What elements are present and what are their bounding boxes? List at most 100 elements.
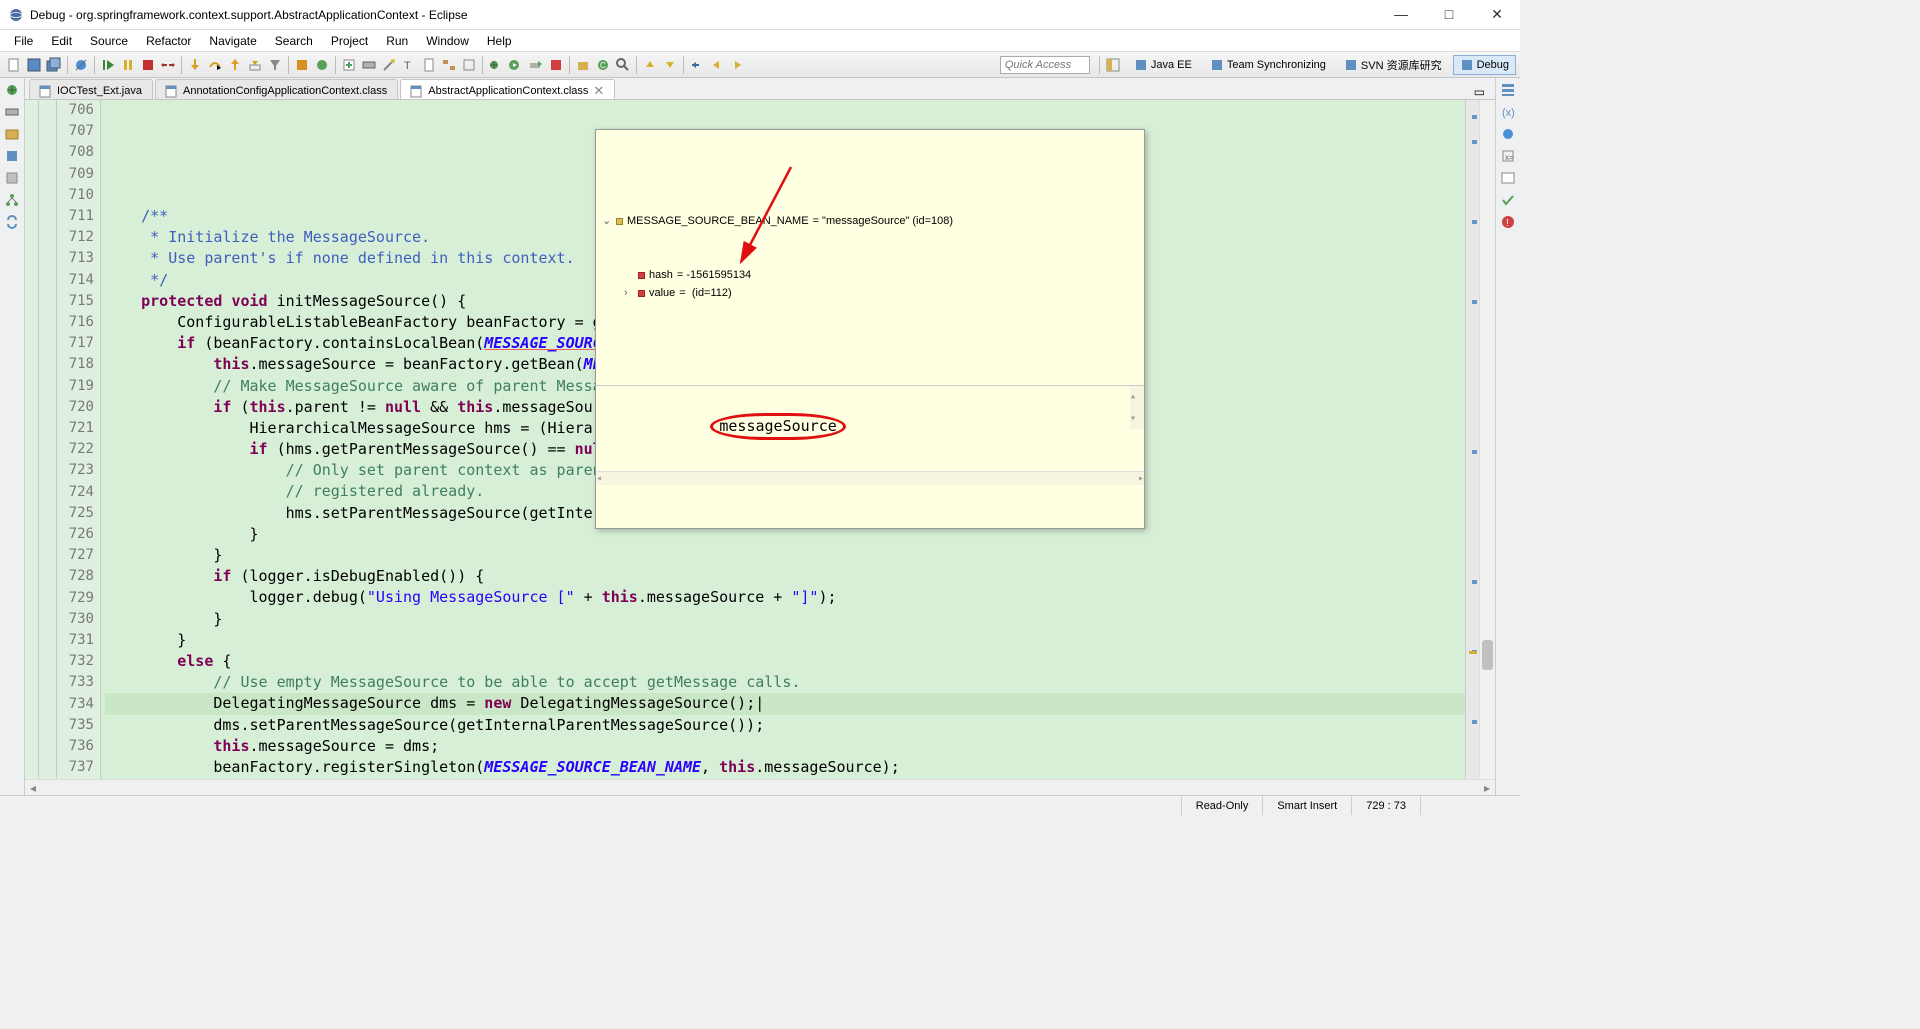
menu-help[interactable]: Help xyxy=(479,32,520,50)
menu-project[interactable]: Project xyxy=(323,32,376,50)
expand-icon[interactable]: › xyxy=(624,284,634,302)
variable-row[interactable]: ⌄ MESSAGE_SOURCE_BEAN_NAME = "messageSou… xyxy=(602,212,1138,230)
dtd-icon[interactable] xyxy=(461,57,477,73)
close-tab-icon[interactable]: ✕ xyxy=(593,84,604,97)
code-line[interactable]: logger.debug("Using MessageSource [" + t… xyxy=(105,587,1465,608)
expand-icon[interactable]: ⌄ xyxy=(602,212,612,230)
scroll-right-icon[interactable]: ▸ xyxy=(1479,781,1495,795)
new-server-icon[interactable] xyxy=(361,57,377,73)
menu-run[interactable]: Run xyxy=(378,32,416,50)
popup-vscroll[interactable]: ▴▾ xyxy=(1130,386,1144,429)
maximize-button[interactable]: □ xyxy=(1434,6,1464,23)
code-line[interactable]: DelegatingMessageSource dms = new Delega… xyxy=(105,693,1465,714)
report-icon[interactable] xyxy=(421,57,437,73)
resume-icon[interactable] xyxy=(100,57,116,73)
schema-icon[interactable] xyxy=(441,57,457,73)
editor-tab[interactable]: AnnotationConfigApplicationContext.class xyxy=(155,79,398,99)
breakpoints-view-icon[interactable] xyxy=(1500,126,1516,142)
variable-field-row[interactable]: › value= (id=112) xyxy=(602,284,1138,302)
step-over-icon[interactable] xyxy=(207,57,223,73)
console-view-icon[interactable] xyxy=(1500,170,1516,186)
search-icon[interactable] xyxy=(615,57,631,73)
menu-edit[interactable]: Edit xyxy=(43,32,80,50)
terminate-icon[interactable] xyxy=(140,57,156,73)
menu-window[interactable]: Window xyxy=(418,32,477,50)
code-line[interactable]: dms.setParentMessageSource(getInternalPa… xyxy=(105,715,1465,736)
package-explorer-icon[interactable] xyxy=(4,148,20,164)
problems-view-icon[interactable]: ! xyxy=(1500,214,1516,230)
suspend-icon[interactable] xyxy=(120,57,136,73)
drop-to-frame-icon[interactable] xyxy=(247,57,263,73)
outline-view-icon[interactable] xyxy=(1500,82,1516,98)
source-code[interactable]: ⌄ MESSAGE_SOURCE_BEAN_NAME = "messageSou… xyxy=(101,100,1465,779)
code-editor[interactable]: 7067077087097107117127137147157167177187… xyxy=(25,100,1495,779)
horizontal-scrollbar[interactable]: ◂ ▸ xyxy=(25,779,1495,795)
overview-ruler[interactable] xyxy=(1465,100,1479,779)
navigator-icon[interactable] xyxy=(4,170,20,186)
deploy-icon[interactable] xyxy=(314,57,330,73)
type-hierarchy-icon[interactable] xyxy=(4,192,20,208)
code-line[interactable]: beanFactory.registerSingleton(MESSAGE_SO… xyxy=(105,757,1465,778)
disconnect-icon[interactable] xyxy=(160,57,176,73)
step-into-icon[interactable] xyxy=(187,57,203,73)
prev-annotation-icon[interactable] xyxy=(642,57,658,73)
skip-breakpoints-icon[interactable] xyxy=(73,57,89,73)
code-line[interactable]: else { xyxy=(105,651,1465,672)
back-icon[interactable] xyxy=(709,57,725,73)
perspective-svn-资源库研究[interactable]: SVN 资源库研究 xyxy=(1337,54,1449,76)
servers-view-icon[interactable] xyxy=(4,104,20,120)
menu-navigate[interactable]: Navigate xyxy=(201,32,264,50)
run-server-icon[interactable] xyxy=(528,57,544,73)
menu-source[interactable]: Source xyxy=(82,32,136,50)
variable-tree[interactable]: ⌄ MESSAGE_SOURCE_BEAN_NAME = "messageSou… xyxy=(596,172,1144,342)
save-icon[interactable] xyxy=(26,57,42,73)
menu-file[interactable]: File xyxy=(6,32,41,50)
code-line[interactable]: } xyxy=(105,609,1465,630)
folding-ruler[interactable] xyxy=(39,100,57,779)
code-line[interactable]: if (logger.isDebugEnabled()) { xyxy=(105,778,1465,779)
wand-icon[interactable] xyxy=(381,57,397,73)
tasks-view-icon[interactable] xyxy=(1500,192,1516,208)
perspective-debug[interactable]: Debug xyxy=(1453,55,1516,75)
code-line[interactable]: if (logger.isDebugEnabled()) { xyxy=(105,566,1465,587)
marker-bar[interactable] xyxy=(25,100,39,779)
code-line[interactable]: // Use empty MessageSource to be able to… xyxy=(105,672,1465,693)
code-line[interactable]: } xyxy=(105,545,1465,566)
run-drop-icon[interactable] xyxy=(508,57,524,73)
scroll-left-icon[interactable]: ◂ xyxy=(25,781,41,795)
step-filters-icon[interactable] xyxy=(267,57,283,73)
external-tools-icon[interactable] xyxy=(548,57,564,73)
new-class-icon[interactable]: C xyxy=(595,57,611,73)
perspective-team-synchronizing[interactable]: Team Synchronizing xyxy=(1203,55,1333,75)
forward-icon[interactable] xyxy=(729,57,745,73)
new-icon[interactable] xyxy=(6,57,22,73)
debug-drop-icon[interactable] xyxy=(488,57,504,73)
variables-view-icon[interactable]: (x) xyxy=(1500,104,1516,120)
code-line[interactable]: this.messageSource = dms; xyxy=(105,736,1465,757)
menu-search[interactable]: Search xyxy=(267,32,321,50)
synchronize-icon[interactable] xyxy=(4,214,20,230)
step-return-icon[interactable] xyxy=(227,57,243,73)
variable-field-row[interactable]: hash= -1561595134 xyxy=(602,266,1138,284)
detail-pane[interactable]: messageSource ▴▾ xyxy=(596,385,1144,429)
new-wizard-icon[interactable] xyxy=(341,57,357,73)
quick-access-input[interactable] xyxy=(1000,56,1090,74)
save-all-icon[interactable] xyxy=(46,57,62,73)
build-icon[interactable] xyxy=(294,57,310,73)
editor-tab[interactable]: AbstractApplicationContext.class✕ xyxy=(400,79,615,99)
menu-refactor[interactable]: Refactor xyxy=(138,32,199,50)
editor-tab[interactable]: IOCTest_Ext.java xyxy=(29,79,153,99)
debug-view-icon[interactable] xyxy=(4,82,20,98)
last-edit-icon[interactable] xyxy=(689,57,705,73)
expressions-view-icon[interactable]: x= xyxy=(1500,148,1516,164)
perspective-java-ee[interactable]: Java EE xyxy=(1127,55,1199,75)
next-annotation-icon[interactable] xyxy=(662,57,678,73)
minimize-button[interactable]: — xyxy=(1386,6,1416,23)
close-button[interactable]: ✕ xyxy=(1482,6,1512,23)
open-perspective-icon[interactable] xyxy=(1105,57,1121,73)
debug-hover-popup[interactable]: ⌄ MESSAGE_SOURCE_BEAN_NAME = "messageSou… xyxy=(595,129,1145,529)
project-explorer-icon[interactable] xyxy=(4,126,20,142)
new-package-icon[interactable] xyxy=(575,57,591,73)
code-line[interactable]: } xyxy=(105,630,1465,651)
editor-minimize-icon[interactable]: ▭ xyxy=(1470,85,1489,99)
